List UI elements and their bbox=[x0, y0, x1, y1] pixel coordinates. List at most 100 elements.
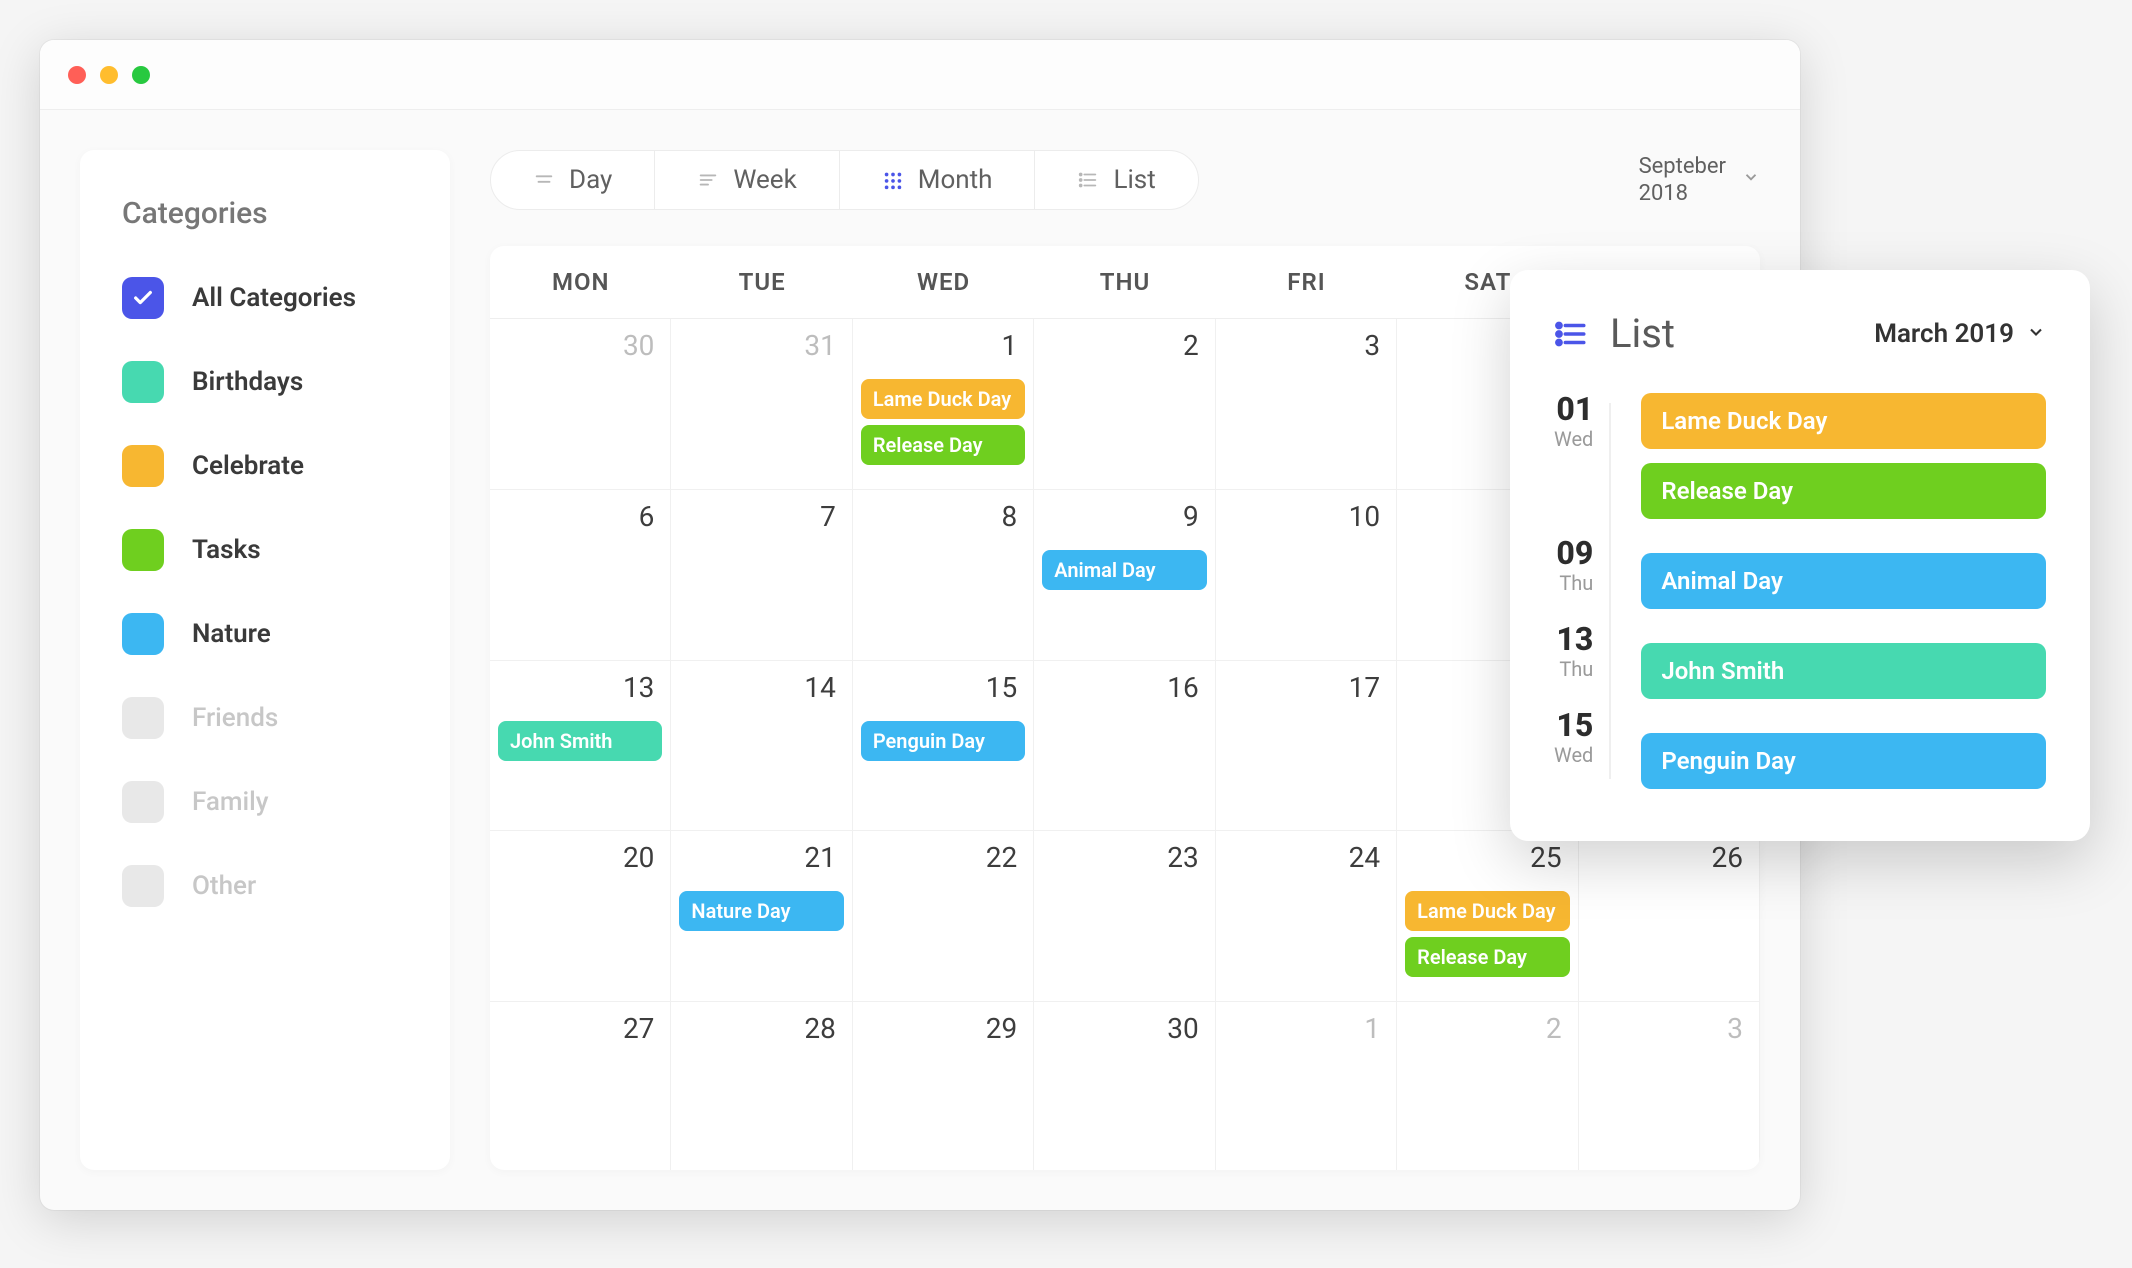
period-select[interactable]: Septeber 2018 bbox=[1639, 153, 1760, 208]
view-tab-label: Week bbox=[733, 165, 796, 195]
calendar-cell[interactable]: 14 bbox=[671, 661, 852, 832]
day-icon bbox=[533, 169, 555, 191]
window-minimize-button[interactable] bbox=[100, 66, 118, 84]
category-item[interactable]: Tasks bbox=[122, 529, 408, 571]
view-tab-label: Month bbox=[918, 165, 993, 195]
list-event[interactable]: John Smith bbox=[1641, 643, 2046, 699]
list-day-number: 15 bbox=[1554, 709, 1593, 741]
check-icon bbox=[132, 287, 154, 309]
day-number: 14 bbox=[804, 671, 835, 704]
view-tab-label: List bbox=[1113, 165, 1155, 195]
list-day-number: 09 bbox=[1554, 537, 1593, 569]
calendar-cell[interactable]: 2 bbox=[1397, 1002, 1578, 1170]
calendar-cell[interactable]: 21 Nature Day bbox=[671, 831, 852, 1002]
category-color-chip bbox=[122, 781, 164, 823]
calendar-cell[interactable]: 17 bbox=[1216, 661, 1397, 832]
list-event[interactable]: Lame Duck Day bbox=[1641, 393, 2046, 449]
calendar-cell[interactable]: 24 bbox=[1216, 831, 1397, 1002]
calendar-event[interactable]: Lame Duck Day bbox=[1405, 891, 1569, 931]
list-event[interactable]: Release Day bbox=[1641, 463, 2046, 519]
category-label: Friends bbox=[192, 703, 278, 733]
day-number: 3 bbox=[1364, 329, 1380, 362]
calendar-cell[interactable]: 30 bbox=[490, 319, 671, 490]
window-zoom-button[interactable] bbox=[132, 66, 150, 84]
day-number: 22 bbox=[986, 841, 1017, 874]
day-number: 8 bbox=[1002, 500, 1018, 533]
calendar-cell[interactable]: 1 Lame Duck Day Release Day bbox=[853, 319, 1034, 490]
calendar-event[interactable]: Animal Day bbox=[1042, 550, 1206, 590]
calendar-cell[interactable]: 8 bbox=[853, 490, 1034, 661]
day-number: 10 bbox=[1349, 500, 1380, 533]
calendar-cell[interactable]: 23 bbox=[1034, 831, 1215, 1002]
calendar-cell[interactable]: 22 bbox=[853, 831, 1034, 1002]
toolbar: Day Week Month List Septeber 2018 bbox=[490, 150, 1760, 210]
category-item[interactable]: Birthdays bbox=[122, 361, 408, 403]
day-number: 28 bbox=[804, 1012, 835, 1045]
calendar-cell[interactable]: 26 bbox=[1579, 831, 1760, 1002]
category-item[interactable]: Other bbox=[122, 865, 408, 907]
day-number: 27 bbox=[623, 1012, 654, 1045]
calendar-cell[interactable]: 29 bbox=[853, 1002, 1034, 1170]
calendar-cell[interactable]: 1 bbox=[1216, 1002, 1397, 1170]
category-color-chip bbox=[122, 445, 164, 487]
category-item[interactable]: All Categories bbox=[122, 277, 408, 319]
day-number: 24 bbox=[1349, 841, 1380, 874]
list-period-select[interactable]: March 2019 bbox=[1874, 319, 2046, 349]
calendar-event[interactable]: Nature Day bbox=[679, 891, 843, 931]
category-label: Celebrate bbox=[192, 451, 304, 481]
calendar-cell[interactable]: 6 bbox=[490, 490, 671, 661]
list-date: 15Wed bbox=[1554, 709, 1593, 767]
calendar-cell[interactable]: 30 bbox=[1034, 1002, 1215, 1170]
day-number: 20 bbox=[623, 841, 654, 874]
calendar-cell[interactable]: 7 bbox=[671, 490, 852, 661]
category-color-chip bbox=[122, 277, 164, 319]
day-number: 29 bbox=[986, 1012, 1017, 1045]
list-day-weekday: Thu bbox=[1554, 657, 1593, 681]
view-tab-week[interactable]: Week bbox=[655, 151, 839, 209]
calendar-cell[interactable]: 10 bbox=[1216, 490, 1397, 661]
day-number: 13 bbox=[623, 671, 654, 704]
category-item[interactable]: Nature bbox=[122, 613, 408, 655]
category-color-chip bbox=[122, 361, 164, 403]
calendar-cell[interactable]: 2 bbox=[1034, 319, 1215, 490]
calendar-event[interactable]: Release Day bbox=[861, 425, 1025, 465]
list-event[interactable]: Animal Day bbox=[1641, 553, 2046, 609]
categories-sidebar: Categories All CategoriesBirthdaysCelebr… bbox=[80, 150, 450, 1170]
calendar-cell[interactable]: 3 bbox=[1579, 1002, 1760, 1170]
calendar-event[interactable]: Lame Duck Day bbox=[861, 379, 1025, 419]
day-number: 7 bbox=[820, 500, 836, 533]
calendar-cell[interactable]: 13 John Smith bbox=[490, 661, 671, 832]
view-tab-month[interactable]: Month bbox=[840, 151, 1036, 209]
category-item[interactable]: Friends bbox=[122, 697, 408, 739]
calendar-cell[interactable]: 28 bbox=[671, 1002, 852, 1170]
day-number: 21 bbox=[804, 841, 835, 874]
calendar-cell[interactable]: 27 bbox=[490, 1002, 671, 1170]
list-day-weekday: Thu bbox=[1554, 571, 1593, 595]
category-item[interactable]: Family bbox=[122, 781, 408, 823]
day-number: 9 bbox=[1183, 500, 1199, 533]
calendar-cell[interactable]: 16 bbox=[1034, 661, 1215, 832]
calendar-event[interactable]: Release Day bbox=[1405, 937, 1569, 977]
category-item[interactable]: Celebrate bbox=[122, 445, 408, 487]
calendar-cell[interactable]: 15Penguin Day bbox=[853, 661, 1034, 832]
calendar-cell[interactable]: 31 bbox=[671, 319, 852, 490]
calendar-cell[interactable]: 20 bbox=[490, 831, 671, 1002]
day-number: 1 bbox=[1002, 329, 1018, 362]
calendar-cell[interactable]: 9 Animal Day bbox=[1034, 490, 1215, 661]
list-event[interactable]: Penguin Day bbox=[1641, 733, 2046, 789]
view-tabs: Day Week Month List bbox=[490, 150, 1199, 210]
day-number: 31 bbox=[804, 329, 835, 362]
day-number: 2 bbox=[1546, 1012, 1562, 1045]
view-tab-list[interactable]: List bbox=[1035, 151, 1197, 209]
view-tab-label: Day bbox=[569, 165, 612, 195]
day-number: 3 bbox=[1727, 1012, 1743, 1045]
list-date: 01Wed bbox=[1554, 393, 1593, 509]
period-line1: Septeber bbox=[1639, 153, 1726, 181]
category-label: All Categories bbox=[192, 283, 356, 313]
calendar-event[interactable]: Penguin Day bbox=[861, 721, 1025, 761]
calendar-cell[interactable]: 3 bbox=[1216, 319, 1397, 490]
view-tab-day[interactable]: Day bbox=[491, 151, 655, 209]
calendar-cell[interactable]: 25Lame Duck DayRelease Day bbox=[1397, 831, 1578, 1002]
calendar-event[interactable]: John Smith bbox=[498, 721, 662, 761]
window-close-button[interactable] bbox=[68, 66, 86, 84]
